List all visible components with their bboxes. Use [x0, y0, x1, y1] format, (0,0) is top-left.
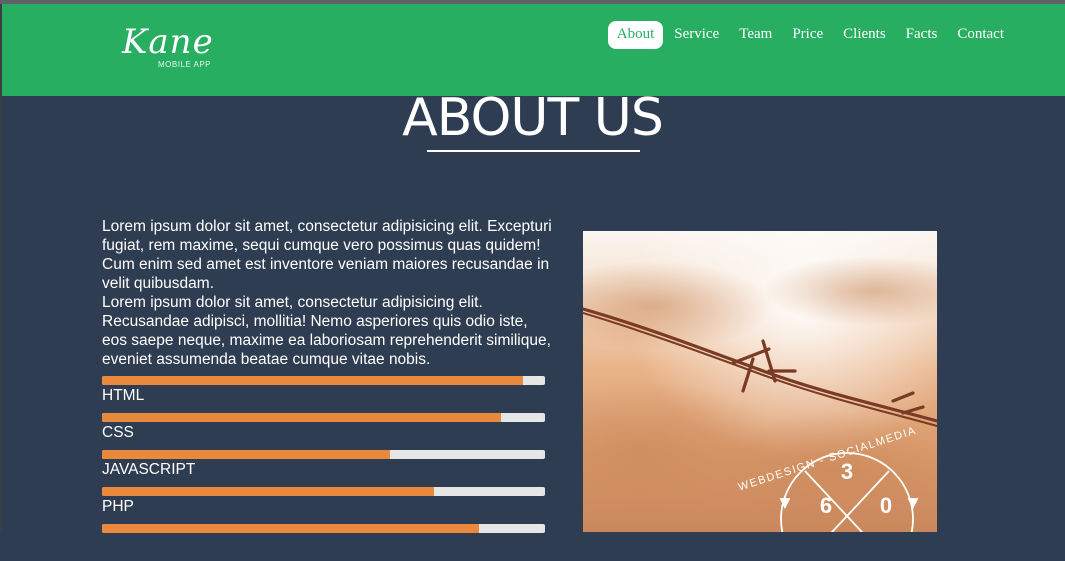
skill-css: CSS — [102, 413, 545, 450]
navbar: Kane MOBILE APP About Service Team Price… — [2, 4, 1065, 96]
badge-digit-right: 0 — [880, 493, 892, 518]
nav-about[interactable]: About — [607, 21, 664, 49]
skill-partial — [102, 524, 545, 561]
nav-clients[interactable]: Clients — [834, 21, 895, 49]
logo[interactable]: Kane MOBILE APP — [122, 22, 232, 78]
progress-fill — [102, 487, 435, 496]
progress-bar — [102, 450, 545, 459]
title-underline — [427, 150, 640, 152]
badge-digit-top: 3 — [841, 459, 853, 484]
skill-label: HTML — [102, 387, 145, 404]
nav-price[interactable]: Price — [783, 21, 832, 49]
progress-fill — [102, 376, 523, 385]
skill-php: PHP — [102, 487, 545, 524]
nav-team[interactable]: Team — [730, 21, 781, 49]
skill-javascript: JAVASCRIPT — [102, 450, 545, 487]
nav-contact[interactable]: Contact — [948, 21, 1013, 49]
progress-bar — [102, 413, 545, 422]
main-nav: About Service Team Price Clients Facts C… — [606, 21, 1013, 49]
progress-fill — [102, 413, 501, 422]
about-paragraph: Lorem ipsum dolor sit amet, consectetur … — [102, 218, 552, 292]
progress-bar — [102, 487, 545, 496]
progress-fill — [102, 450, 390, 459]
skill-html: HTML — [102, 376, 545, 413]
section-title: ABOUT US — [402, 88, 664, 148]
nav-facts[interactable]: Facts — [897, 21, 947, 49]
logo-wordmark: Kane — [122, 22, 214, 62]
badge-digit-left: 6 — [820, 493, 832, 518]
skill-label: CSS — [102, 424, 134, 441]
skill-label: PHP — [102, 498, 134, 515]
skill-label: JAVASCRIPT — [102, 461, 196, 478]
logo-subtitle: MOBILE APP — [158, 60, 212, 69]
about-text: Lorem ipsum dolor sit amet, consectetur … — [102, 217, 552, 369]
skills-list: HTML CSS JAVASCRIPT PHP — [102, 376, 545, 561]
nav-service[interactable]: Service — [665, 21, 728, 49]
about-photo: 3 6 0 WEBDESIGN - SOCIALMEDIA — [583, 231, 937, 532]
progress-bar — [102, 376, 545, 385]
about-paragraph: Lorem ipsum dolor sit amet, consectetur … — [102, 294, 551, 368]
